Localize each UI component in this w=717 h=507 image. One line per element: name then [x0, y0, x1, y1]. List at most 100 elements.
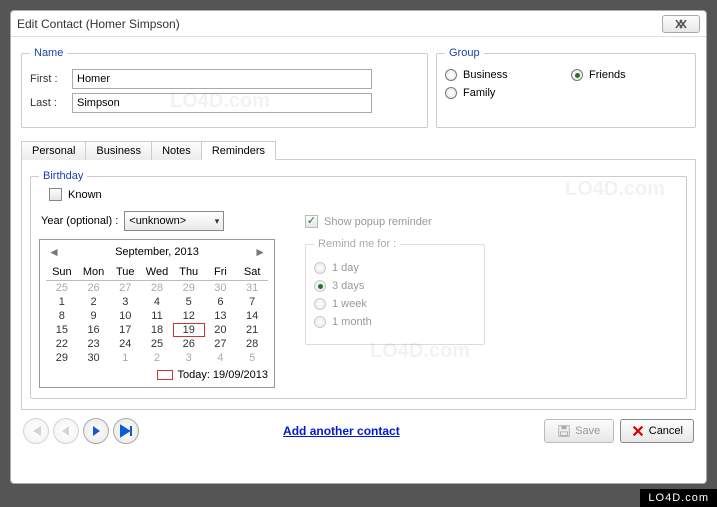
cal-day[interactable]: 6 [205, 295, 237, 309]
radio-icon [314, 280, 326, 292]
group-friends[interactable]: Friends [571, 69, 687, 81]
cal-day[interactable]: 19 [173, 323, 205, 337]
today-label[interactable]: Today: 19/09/2013 [177, 369, 268, 381]
cal-day[interactable]: 8 [46, 309, 78, 323]
cal-next-month[interactable]: ► [254, 245, 266, 259]
remind-1week: 1 week [314, 298, 476, 310]
remind-legend: Remind me for : [314, 238, 400, 250]
close-icon [675, 19, 687, 29]
group-legend: Group [445, 47, 484, 59]
cal-day[interactable]: 9 [78, 309, 110, 323]
cal-day[interactable]: 14 [236, 309, 268, 323]
cal-day[interactable]: 28 [141, 281, 173, 295]
tab-panel-reminders: Birthday Known Year (optional) : <unknow… [21, 160, 696, 410]
cal-day[interactable]: 20 [205, 323, 237, 337]
cal-day[interactable]: 4 [141, 295, 173, 309]
remind-fieldset: Remind me for : 1 day 3 days [305, 238, 485, 345]
radio-icon [571, 69, 583, 81]
cal-day[interactable]: 23 [78, 337, 110, 351]
cal-day[interactable]: 3 [173, 351, 205, 365]
radio-label: Business [463, 69, 508, 81]
last-record-button[interactable] [113, 418, 139, 444]
tab-personal[interactable]: Personal [21, 141, 86, 160]
radio-label: Friends [589, 69, 626, 81]
cal-day[interactable]: 25 [141, 337, 173, 351]
group-business[interactable]: Business [445, 69, 561, 81]
cal-day[interactable]: 5 [236, 351, 268, 365]
popup-checkbox [305, 215, 318, 228]
cal-day[interactable]: 15 [46, 323, 78, 337]
cal-day[interactable]: 10 [109, 309, 141, 323]
cal-prev-month[interactable]: ◄ [48, 245, 60, 259]
cal-day[interactable]: 2 [141, 351, 173, 365]
tab-reminders[interactable]: Reminders [201, 141, 276, 160]
cal-day[interactable]: 29 [173, 281, 205, 295]
cal-day[interactable]: 26 [173, 337, 205, 351]
add-another-contact-link[interactable]: Add another contact [283, 424, 400, 438]
cal-day[interactable]: 12 [173, 309, 205, 323]
cal-dow: Thu [173, 264, 205, 281]
cal-day[interactable]: 29 [46, 351, 78, 365]
last-label: Last : [30, 97, 72, 109]
cal-day[interactable]: 27 [205, 337, 237, 351]
cal-day[interactable]: 17 [109, 323, 141, 337]
group-family[interactable]: Family [445, 87, 561, 99]
cal-dow: Sun [46, 264, 78, 281]
cal-day[interactable]: 27 [109, 281, 141, 295]
known-checkbox[interactable] [49, 188, 62, 201]
cal-dow: Sat [236, 264, 268, 281]
first-input[interactable] [72, 69, 372, 89]
cal-day[interactable]: 31 [236, 281, 268, 295]
tab-business[interactable]: Business [85, 141, 152, 160]
cal-day[interactable]: 28 [236, 337, 268, 351]
save-icon [557, 424, 571, 438]
radio-icon [314, 316, 326, 328]
cal-month-label: September, 2013 [115, 246, 199, 258]
cancel-button[interactable]: Cancel [620, 419, 694, 443]
radio-label: 3 days [332, 280, 364, 292]
cal-day[interactable]: 25 [46, 281, 78, 295]
tab-strip: Personal Business Notes Reminders [21, 140, 696, 160]
cal-day[interactable]: 1 [46, 295, 78, 309]
cal-day[interactable]: 3 [109, 295, 141, 309]
cal-day[interactable]: 26 [78, 281, 110, 295]
name-legend: Name [30, 47, 67, 59]
cal-day[interactable]: 4 [205, 351, 237, 365]
save-label: Save [575, 425, 600, 437]
cal-day[interactable]: 5 [173, 295, 205, 309]
cal-dow: Mon [78, 264, 110, 281]
save-button: Save [544, 419, 614, 443]
remind-1day: 1 day [314, 262, 476, 274]
cal-day[interactable]: 18 [141, 323, 173, 337]
cal-day[interactable]: 30 [78, 351, 110, 365]
birthday-legend: Birthday [39, 170, 87, 182]
radio-icon [445, 87, 457, 99]
last-input[interactable] [72, 93, 372, 113]
cancel-icon [631, 424, 645, 438]
year-label: Year (optional) : [41, 215, 118, 227]
year-value: <unknown> [129, 215, 186, 227]
radio-label: Family [463, 87, 495, 99]
radio-icon [314, 262, 326, 274]
cal-dow: Wed [141, 264, 173, 281]
tab-notes[interactable]: Notes [151, 141, 202, 160]
name-group: Name First : Last : [21, 47, 428, 128]
radio-icon [314, 298, 326, 310]
cal-day[interactable]: 1 [109, 351, 141, 365]
cal-day[interactable]: 16 [78, 323, 110, 337]
cal-day[interactable]: 24 [109, 337, 141, 351]
group-fieldset: Group Business Friends Family [436, 47, 696, 128]
year-select[interactable]: <unknown> [124, 211, 224, 231]
close-button[interactable] [662, 15, 700, 33]
cal-day[interactable]: 22 [46, 337, 78, 351]
cal-day[interactable]: 13 [205, 309, 237, 323]
cal-dow: Fri [205, 264, 237, 281]
next-record-button[interactable] [83, 418, 109, 444]
watermark-badge: LO4D.com [640, 489, 717, 507]
cal-day[interactable]: 11 [141, 309, 173, 323]
cal-day[interactable]: 21 [236, 323, 268, 337]
radio-icon [445, 69, 457, 81]
cal-day[interactable]: 7 [236, 295, 268, 309]
cal-day[interactable]: 2 [78, 295, 110, 309]
cal-day[interactable]: 30 [205, 281, 237, 295]
